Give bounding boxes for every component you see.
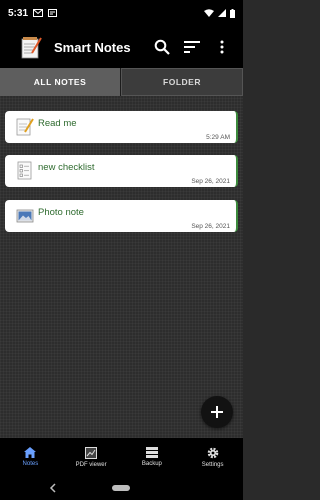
system-navigation-bar [0,476,243,500]
note-date: Sep 26, 2021 [191,223,230,230]
backup-icon [145,447,158,458]
photo-icon [16,209,34,223]
note-date: Sep 26, 2021 [191,178,230,185]
note-title: Read me [38,118,77,129]
more-options-button[interactable] [211,36,233,58]
bottom-navigation: Notes PDF viewer Backup Settings [0,438,243,476]
sort-button[interactable] [181,36,203,58]
back-icon[interactable] [48,482,60,494]
note-card-read-me[interactable]: Read me 5:29 AM [5,111,238,143]
more-vert-icon [220,40,224,54]
app-bar: Smart Notes [0,26,243,68]
nav-label: Backup [141,461,162,467]
battery-icon [230,8,235,18]
status-bar: 5:31 [0,0,243,26]
tab-label: ALL NOTES [33,77,87,87]
tab-all-notes[interactable]: ALL NOTES [0,68,121,96]
tab-label: FOLDER [163,77,201,87]
app-logo-icon [21,37,42,59]
nav-item-notes[interactable]: Notes [0,438,61,476]
note-title: new checklist [38,162,95,173]
note-pencil-icon [16,118,34,136]
nav-item-pdf-viewer[interactable]: PDF viewer [61,438,122,476]
home-pill[interactable] [112,485,130,491]
note-card-photo-note[interactable]: Photo note Sep 26, 2021 [5,200,238,232]
home-icon [24,447,37,458]
search-icon [154,39,170,55]
nav-item-settings[interactable]: Settings [182,438,243,476]
tab-bar: ALL NOTES FOLDER [0,68,243,96]
note-list: Read me 5:29 AM new checklist Sep 26, 20… [0,96,243,438]
signal-icon [218,9,226,17]
note-date: 5:29 AM [206,134,230,141]
nav-label: Notes [22,461,39,467]
note-title: Photo note [38,207,84,218]
note-card-new-checklist[interactable]: new checklist Sep 26, 2021 [5,155,238,187]
sort-icon [184,41,200,53]
add-note-button[interactable] [201,396,233,428]
gear-icon [207,447,218,458]
status-time: 5:31 [8,7,29,19]
nav-label: Settings [201,461,224,468]
tab-folder[interactable]: FOLDER [121,68,243,96]
checklist-icon [17,161,32,180]
wifi-icon [204,9,214,17]
nav-label: PDF viewer [75,461,107,468]
gmail-icon [33,9,44,17]
nav-item-backup[interactable]: Backup [122,438,183,476]
add-icon [211,406,223,418]
pdf-icon [85,446,98,459]
app-title: Smart Notes [54,39,131,55]
notification-icon [48,9,58,17]
search-button[interactable] [151,36,173,58]
